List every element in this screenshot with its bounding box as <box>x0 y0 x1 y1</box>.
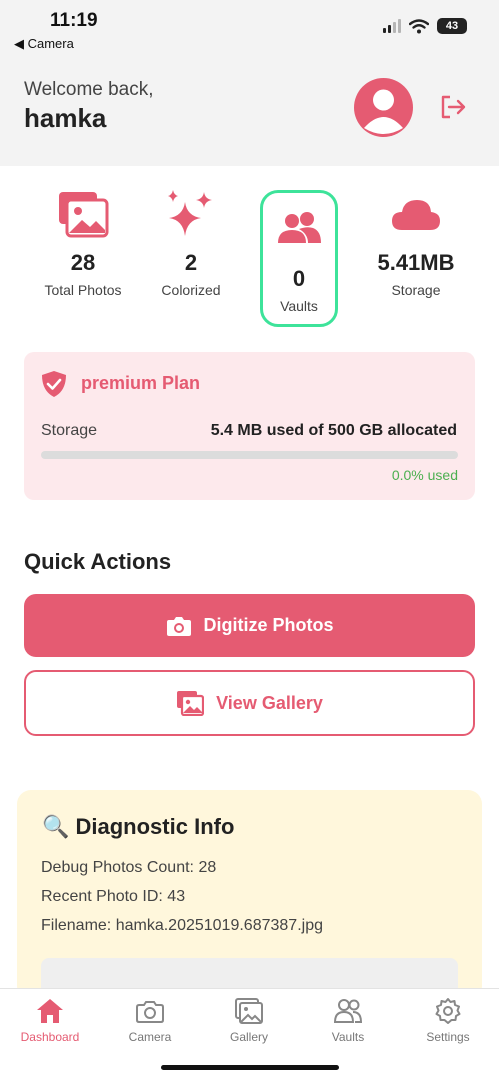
status-time: 11:19 <box>50 10 98 31</box>
storage-value: 5.4 MB used of 500 GB allocated <box>210 422 457 439</box>
stat-label: Storage <box>391 282 441 298</box>
stat-value: 28 <box>70 250 96 275</box>
home-icon <box>37 999 63 1023</box>
diagnostic-title: 🔍 Diagnostic Info <box>42 814 235 839</box>
tab-dashboard[interactable]: Dashboard <box>0 989 100 1044</box>
view-gallery-button[interactable]: View Gallery <box>24 670 475 736</box>
cloud-icon <box>392 200 440 230</box>
home-indicator <box>161 1065 339 1070</box>
battery-icon: 43 <box>437 18 467 34</box>
tab-camera[interactable]: Camera <box>100 989 200 1044</box>
stat-label: Total Photos <box>44 282 122 298</box>
diagnostic-photos-count: Debug Photos Count: 28 <box>41 859 217 876</box>
header-area: 11:19 ◀ Camera 43 Welcome back, hamka <box>0 0 499 166</box>
username: hamka <box>24 103 107 133</box>
plan-title: premium Plan <box>81 373 201 393</box>
quick-actions-title: Quick Actions <box>24 549 172 574</box>
gear-icon <box>435 998 461 1024</box>
logout-icon[interactable] <box>438 92 468 122</box>
tab-label: Dashboard <box>20 1030 80 1044</box>
welcome-text: Welcome back, <box>24 79 154 100</box>
tab-label: Gallery <box>229 1030 268 1044</box>
users-icon <box>278 212 321 243</box>
signal-icon <box>383 19 401 33</box>
sparkles-icon <box>168 190 212 236</box>
tab-label: Vaults <box>331 1030 365 1044</box>
tab-label: Settings <box>426 1030 470 1044</box>
stat-total-photos[interactable]: 28 Total Photos <box>33 190 133 298</box>
storage-label: Storage <box>41 422 98 439</box>
digitize-photos-label: Digitize Photos <box>203 615 334 635</box>
camera-icon <box>166 616 191 636</box>
camera-icon <box>136 1001 164 1023</box>
view-gallery-label: View Gallery <box>216 692 323 713</box>
avatar[interactable] <box>354 78 413 137</box>
stat-label: Colorized <box>161 282 221 298</box>
digitize-photos-button[interactable]: Digitize Photos <box>24 594 475 657</box>
tab-settings[interactable]: Settings <box>398 989 498 1044</box>
tab-vaults[interactable]: Vaults <box>298 989 398 1044</box>
stat-label: Vaults <box>280 298 318 314</box>
tab-gallery[interactable]: Gallery <box>199 989 299 1044</box>
shield-check-icon <box>42 371 66 397</box>
user-icon <box>364 89 403 134</box>
status-icons: 43 <box>383 18 467 34</box>
diagnostic-recent-photo-id: Recent Photo ID: 43 <box>41 888 186 905</box>
stat-vaults[interactable]: 0 Vaults <box>249 210 349 314</box>
wifi-icon <box>409 18 429 33</box>
stat-value: 5.41MB <box>377 250 455 275</box>
photos-icon <box>59 192 109 238</box>
tab-label: Camera <box>128 1030 172 1044</box>
storage-progress-bar <box>41 451 458 459</box>
gallery-icon <box>235 998 263 1024</box>
stat-storage[interactable]: 5.41MB Storage <box>358 194 474 298</box>
photos-icon <box>177 691 205 716</box>
storage-used-percent: 0.0% used <box>391 467 458 483</box>
stat-value: 0 <box>292 266 306 291</box>
stat-colorized[interactable]: 2 Colorized <box>141 188 241 298</box>
stat-value: 2 <box>184 250 198 275</box>
back-to-camera-link[interactable]: ◀ Camera <box>14 36 74 52</box>
diagnostic-filename: Filename: hamka.20251019.687387.jpg <box>41 917 323 934</box>
users-icon <box>333 999 363 1023</box>
